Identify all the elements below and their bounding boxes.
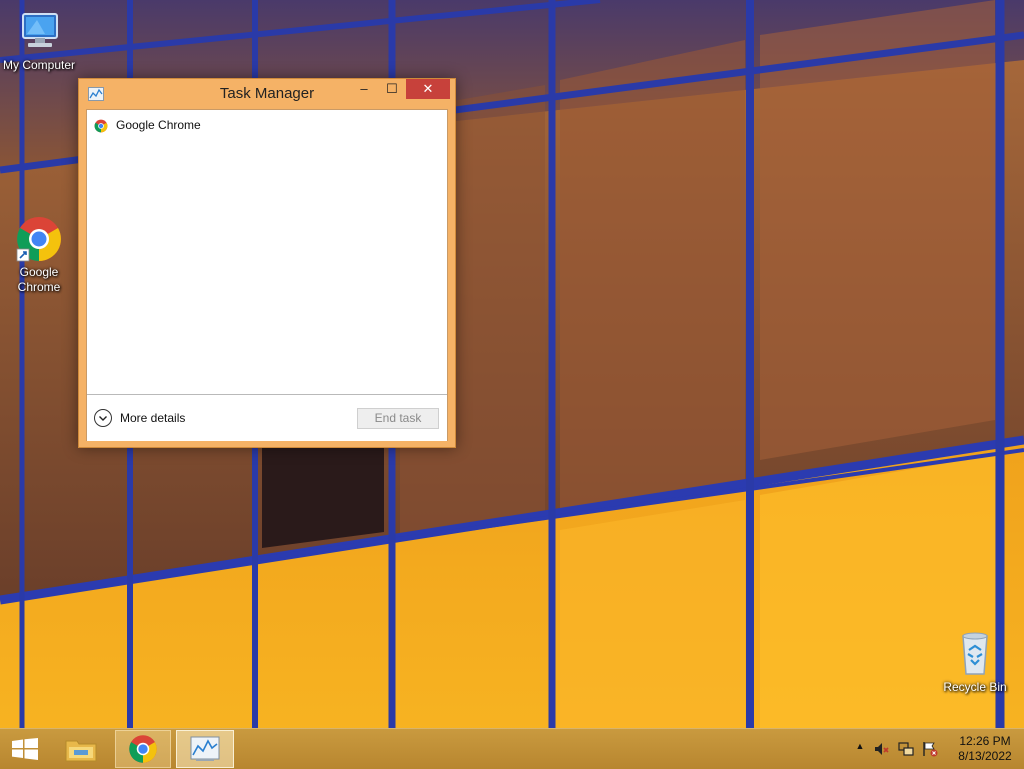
start-icon (12, 738, 38, 765)
computer-icon (15, 8, 63, 56)
action-center-flag-icon[interactable] (922, 741, 938, 757)
task-manager-content: Google Chrome More details End task (86, 109, 448, 441)
task-manager-window: Task Manager ‒ ☐ ✕ Google Chrome More de… (78, 78, 456, 448)
desktop-icon-label: Google (19, 265, 59, 279)
network-icon[interactable] (898, 741, 914, 757)
end-task-button[interactable]: End task (357, 408, 439, 429)
start-button[interactable] (2, 730, 46, 768)
process-name: Google Chrome (116, 118, 201, 132)
clock-time: 12:26 PM (959, 734, 1011, 748)
taskbar-file-explorer[interactable] (58, 730, 104, 768)
file-explorer-icon (65, 736, 97, 767)
desktop-icon-label: Chrome (17, 280, 61, 294)
minimize-button[interactable]: ‒ (350, 79, 378, 99)
process-list: Google Chrome (87, 110, 447, 394)
task-manager-footer: More details End task (87, 394, 447, 441)
desktop-icon-google-chrome[interactable]: Google Chrome (1, 215, 77, 295)
close-button[interactable]: ✕ (406, 79, 450, 99)
desktop-icon-label: Recycle Bin (943, 680, 1007, 694)
task-manager-titlebar[interactable]: Task Manager ‒ ☐ ✕ (79, 79, 455, 108)
maximize-button[interactable]: ☐ (378, 79, 406, 99)
chrome-icon (15, 215, 63, 263)
taskbar-google-chrome[interactable] (115, 730, 171, 768)
chrome-icon (94, 118, 108, 133)
task-manager-icon (190, 736, 220, 767)
show-hidden-icons-chevron[interactable]: ▲ (852, 741, 868, 757)
process-row[interactable]: Google Chrome (87, 114, 447, 136)
clock-date: 8/13/2022 (958, 749, 1012, 763)
more-details-label: More details (120, 411, 186, 425)
taskbar: ▲ 12:26 PM 8/13/2022 (0, 728, 1024, 769)
taskbar-task-manager[interactable] (176, 730, 234, 768)
chrome-icon (128, 734, 158, 769)
chevron-down-icon (94, 409, 112, 427)
desktop-icon-label: My Computer (2, 58, 76, 72)
desktop-icon-my-computer[interactable]: My Computer (1, 8, 77, 73)
desktop-icon-recycle-bin[interactable]: Recycle Bin (937, 630, 1013, 695)
taskbar-clock[interactable]: 12:26 PM 8/13/2022 (950, 734, 1020, 764)
volume-muted-icon[interactable] (874, 741, 890, 757)
recycle-bin-icon (951, 630, 999, 678)
